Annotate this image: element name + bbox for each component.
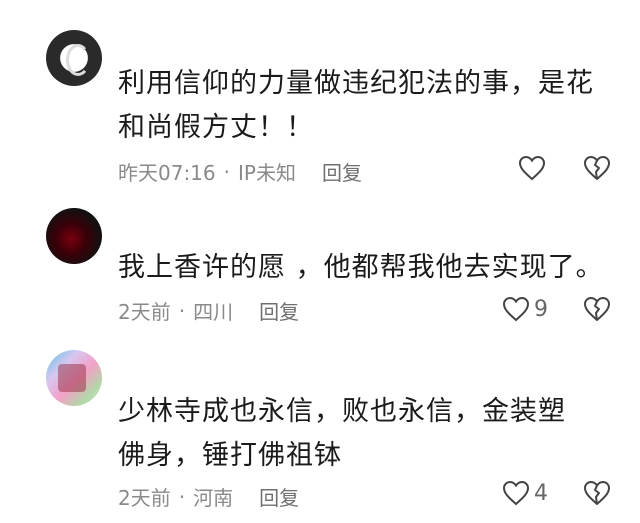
like-count: 4 — [534, 480, 548, 506]
avatar[interactable] — [46, 350, 102, 406]
broken-heart-icon[interactable] — [583, 155, 611, 181]
comment-time: 2天前 — [118, 300, 171, 324]
comment-meta: 昨天07:16 · IP未知 回复 — [118, 157, 362, 186]
comment-text: 我上香许的愿 ，他都帮我他去实现了。 — [118, 252, 604, 283]
comment-meta: 2天前 · 四川 回复 — [118, 296, 299, 325]
broken-heart-icon[interactable] — [583, 296, 611, 322]
avatar[interactable] — [46, 208, 102, 264]
reply-button[interactable]: 回复 — [259, 482, 299, 511]
meta-separator: · — [178, 484, 186, 509]
like-button[interactable]: 9 — [502, 296, 548, 322]
reply-button[interactable]: 回复 — [259, 296, 299, 325]
reply-button[interactable]: 回复 — [322, 157, 362, 186]
meta-separator: · — [178, 298, 186, 323]
comment-item: 少林寺成也永信，败也永信，金装塑佛身，锤打佛祖钵 2天前 · 河南 回复 4 — [0, 340, 640, 523]
like-button[interactable] — [518, 155, 550, 181]
comment-text: 少林寺成也永信，败也永信，金装塑佛身，锤打佛祖钵 — [118, 396, 566, 471]
heart-outline-icon — [502, 296, 530, 322]
avatar[interactable] — [46, 30, 102, 86]
comment-location: 河南 — [193, 486, 234, 510]
like-count: 9 — [534, 296, 548, 322]
like-button[interactable]: 4 — [502, 480, 548, 506]
heart-outline-icon — [502, 480, 530, 506]
comment-text: 利用信仰的力量做违纪犯法的事，是花和尚假方丈！！ — [118, 68, 594, 143]
comment-item: 我上香许的愿 ，他都帮我他去实现了。 2天前 · 四川 回复 9 — [0, 200, 640, 340]
heart-outline-icon — [518, 155, 546, 181]
meta-separator: · — [223, 159, 230, 184]
broken-heart-icon[interactable] — [583, 480, 611, 506]
comment-location: 四川 — [193, 300, 234, 324]
comment-location: IP未知 — [238, 161, 296, 185]
comment-time: 昨天07:16 — [118, 161, 216, 185]
comment-time: 2天前 — [118, 486, 171, 510]
comment-meta: 2天前 · 河南 回复 — [118, 482, 299, 511]
comment-item: 利用信仰的力量做违纪犯法的事，是花和尚假方丈！！ 昨天07:16 · IP未知 … — [0, 0, 640, 200]
